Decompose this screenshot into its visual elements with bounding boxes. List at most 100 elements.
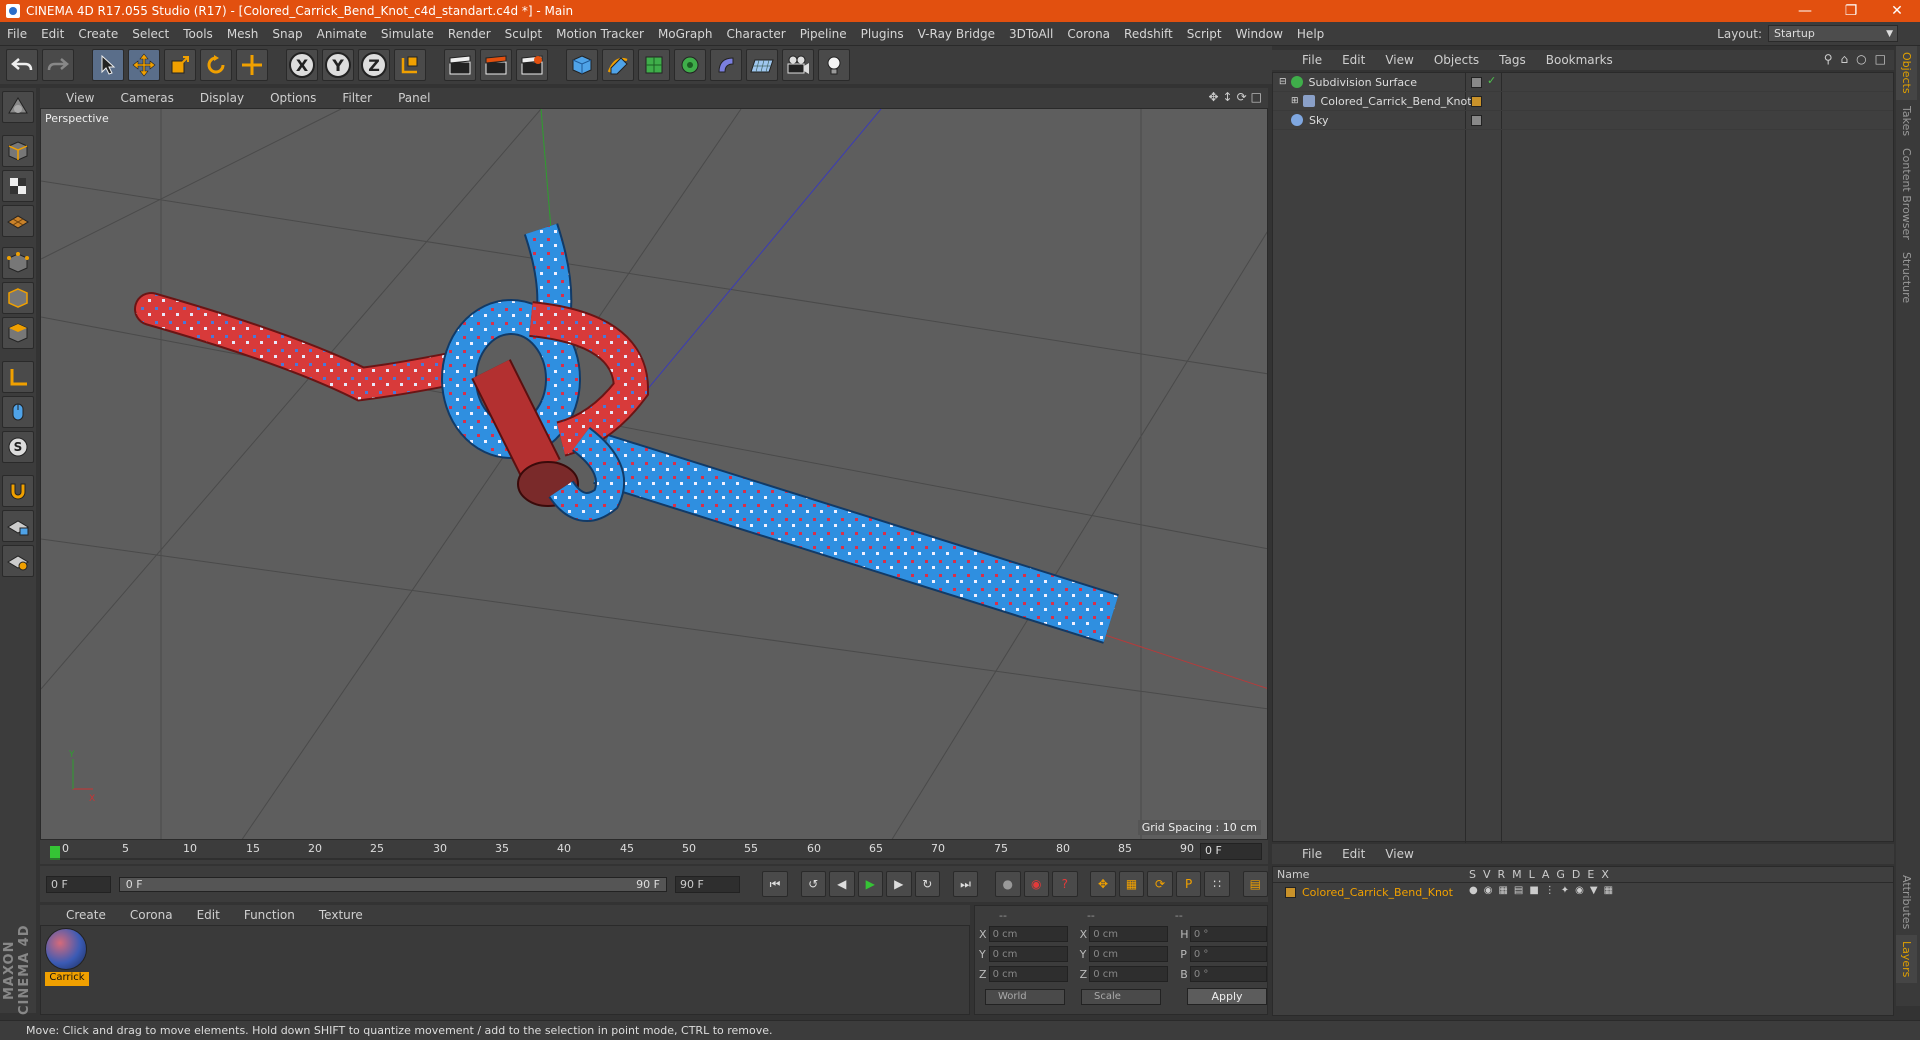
previous-key-button[interactable]: ↺ (800, 871, 827, 897)
add-light-button[interactable] (818, 49, 850, 81)
minimize-button[interactable]: — (1782, 0, 1828, 22)
add-deformer-button[interactable] (710, 49, 742, 81)
timeline-ruler[interactable]: 0 5 10 15 20 25 30 35 40 45 50 55 60 65 … (40, 840, 1268, 864)
menu-3dtoall[interactable]: 3DToAll (1002, 27, 1060, 41)
lm-menu-edit[interactable]: Edit (1332, 847, 1375, 861)
end-frame-field[interactable]: 90 F (674, 875, 740, 893)
viewport-menu-view[interactable]: View (52, 91, 106, 105)
menu-tools[interactable]: Tools (176, 27, 220, 41)
tab-content-browser[interactable]: Content Browser (1896, 142, 1917, 246)
zoom-view-icon[interactable]: ↕ (1223, 90, 1233, 104)
perspective-viewport[interactable]: Y X Perspective Grid Spacing : 10 cm (40, 108, 1268, 840)
playhead-marker[interactable] (50, 846, 60, 860)
tab-takes[interactable]: Takes (1896, 100, 1917, 142)
layer-toggle-icons[interactable]: ●◉▦▤■⋮✦◉▼▦ (1469, 885, 1619, 896)
add-generator-button[interactable] (638, 49, 670, 81)
menu-file[interactable]: File (0, 27, 34, 41)
position-z-field[interactable]: 0 cm (988, 966, 1068, 982)
planar-workplane-button[interactable] (2, 545, 34, 577)
viewport-menu-filter[interactable]: Filter (328, 91, 384, 105)
current-frame-field[interactable]: 0 F (1200, 843, 1262, 860)
toggle-view-icon[interactable]: □ (1251, 90, 1262, 104)
snap-button[interactable]: S (2, 431, 34, 463)
om-menu-objects[interactable]: Objects (1424, 53, 1489, 67)
lm-menu-view[interactable]: View (1375, 847, 1423, 861)
layer-color-swatch[interactable] (1285, 886, 1296, 898)
material-menu-texture[interactable]: Texture (305, 908, 373, 922)
size-z-field[interactable]: 0 cm (1089, 966, 1169, 982)
menu-corona[interactable]: Corona (1060, 27, 1117, 41)
menu-window[interactable]: Window (1229, 27, 1290, 41)
add-mograph-button[interactable] (674, 49, 706, 81)
close-button[interactable]: ✕ (1874, 0, 1920, 22)
object-row-sky[interactable]: Sky (1273, 111, 1893, 130)
rotate-view-icon[interactable]: ⟳ (1237, 90, 1247, 104)
z-axis-lock-button[interactable]: Z (358, 49, 390, 81)
play-button[interactable]: ▶ (857, 871, 884, 897)
menu-animate[interactable]: Animate (310, 27, 374, 41)
menu-motion-tracker[interactable]: Motion Tracker (549, 27, 651, 41)
tab-objects[interactable]: Objects (1896, 46, 1917, 100)
menu-select[interactable]: Select (125, 27, 176, 41)
menu-redshift[interactable]: Redshift (1117, 27, 1180, 41)
timeline-window-button[interactable]: ▤ (1242, 871, 1269, 897)
motion-record-button[interactable]: ● (995, 871, 1021, 897)
layer-color-tag[interactable] (1471, 96, 1482, 107)
material-swatch[interactable]: Carrick (45, 928, 89, 986)
add-spline-button[interactable] (602, 49, 634, 81)
record-active-objects-button[interactable]: ◉ (1023, 871, 1050, 897)
visibility-toggle[interactable] (1471, 77, 1482, 88)
viewport-menu-display[interactable]: Display (186, 91, 256, 105)
viewport-menu-cameras[interactable]: Cameras (106, 91, 185, 105)
layout-select[interactable]: Startup ▼ (1768, 25, 1898, 42)
apply-button[interactable]: Apply (1187, 988, 1267, 1005)
go-to-start-button[interactable]: ⏮ (762, 871, 788, 897)
add-environment-button[interactable] (746, 49, 778, 81)
menu-render[interactable]: Render (441, 27, 498, 41)
next-frame-button[interactable]: ▶ (886, 871, 912, 897)
menu-help[interactable]: Help (1290, 27, 1331, 41)
scale-tool-button[interactable] (164, 49, 196, 81)
menu-vray-bridge[interactable]: V-Ray Bridge (911, 27, 1002, 41)
render-view-button[interactable] (444, 49, 476, 81)
lock-workplane-button[interactable] (2, 510, 34, 542)
pin-icon[interactable]: ○ (1856, 52, 1866, 66)
om-menu-edit[interactable]: Edit (1332, 53, 1375, 67)
layer-row[interactable]: Colored_Carrick_Bend_Knot ●◉▦▤■⋮✦◉▼▦ (1273, 883, 1893, 901)
axis-mode-button[interactable] (2, 361, 34, 393)
rotation-p-field[interactable]: 0 ° (1189, 946, 1267, 962)
material-menu-edit[interactable]: Edit (183, 908, 230, 922)
object-row-subdivision[interactable]: ⊟ Subdivision Surface ✓ (1273, 73, 1893, 92)
position-y-field[interactable]: 0 cm (988, 946, 1068, 962)
frame-ruler[interactable]: 0 5 10 15 20 25 30 35 40 45 50 55 60 65 … (50, 842, 1200, 862)
redo-button[interactable] (42, 49, 74, 81)
menu-pipeline[interactable]: Pipeline (793, 27, 854, 41)
search-icon[interactable]: ⚲ (1824, 52, 1833, 66)
coordinate-system-button[interactable] (394, 49, 426, 81)
enabled-check-icon[interactable]: ✓ (1487, 74, 1496, 87)
tab-attributes[interactable]: Attributes (1896, 869, 1917, 935)
menu-sculpt[interactable]: Sculpt (498, 27, 549, 41)
points-mode-button[interactable] (2, 247, 34, 279)
om-menu-view[interactable]: View (1375, 53, 1423, 67)
position-x-field[interactable]: 0 cm (988, 926, 1068, 942)
object-row-knot[interactable]: ⊞ Colored_Carrick_Bend_Knot (1273, 92, 1893, 111)
coordinate-mode-select[interactable]: Scale (1081, 988, 1161, 1005)
x-axis-lock-button[interactable]: X (286, 49, 318, 81)
autokeying-button[interactable]: ? (1052, 871, 1078, 897)
om-menu-file[interactable]: File (1292, 53, 1332, 67)
undo-button[interactable] (6, 49, 38, 81)
coordinate-space-select[interactable]: World (985, 988, 1065, 1005)
size-y-field[interactable]: 0 cm (1089, 946, 1169, 962)
rotation-h-field[interactable]: 0 ° (1189, 926, 1267, 942)
menu-create[interactable]: Create (71, 27, 125, 41)
menu-plugins[interactable]: Plugins (854, 27, 911, 41)
go-to-end-button[interactable]: ⏭ (952, 871, 979, 897)
texture-mode-button[interactable] (2, 170, 34, 202)
tab-layers[interactable]: Layers (1896, 935, 1917, 984)
y-axis-lock-button[interactable]: Y (322, 49, 354, 81)
menu-snap[interactable]: Snap (265, 27, 309, 41)
expand-icon[interactable]: ⊞ (1291, 96, 1299, 106)
move-tool-button[interactable] (128, 49, 160, 81)
visibility-toggle[interactable] (1471, 115, 1482, 126)
